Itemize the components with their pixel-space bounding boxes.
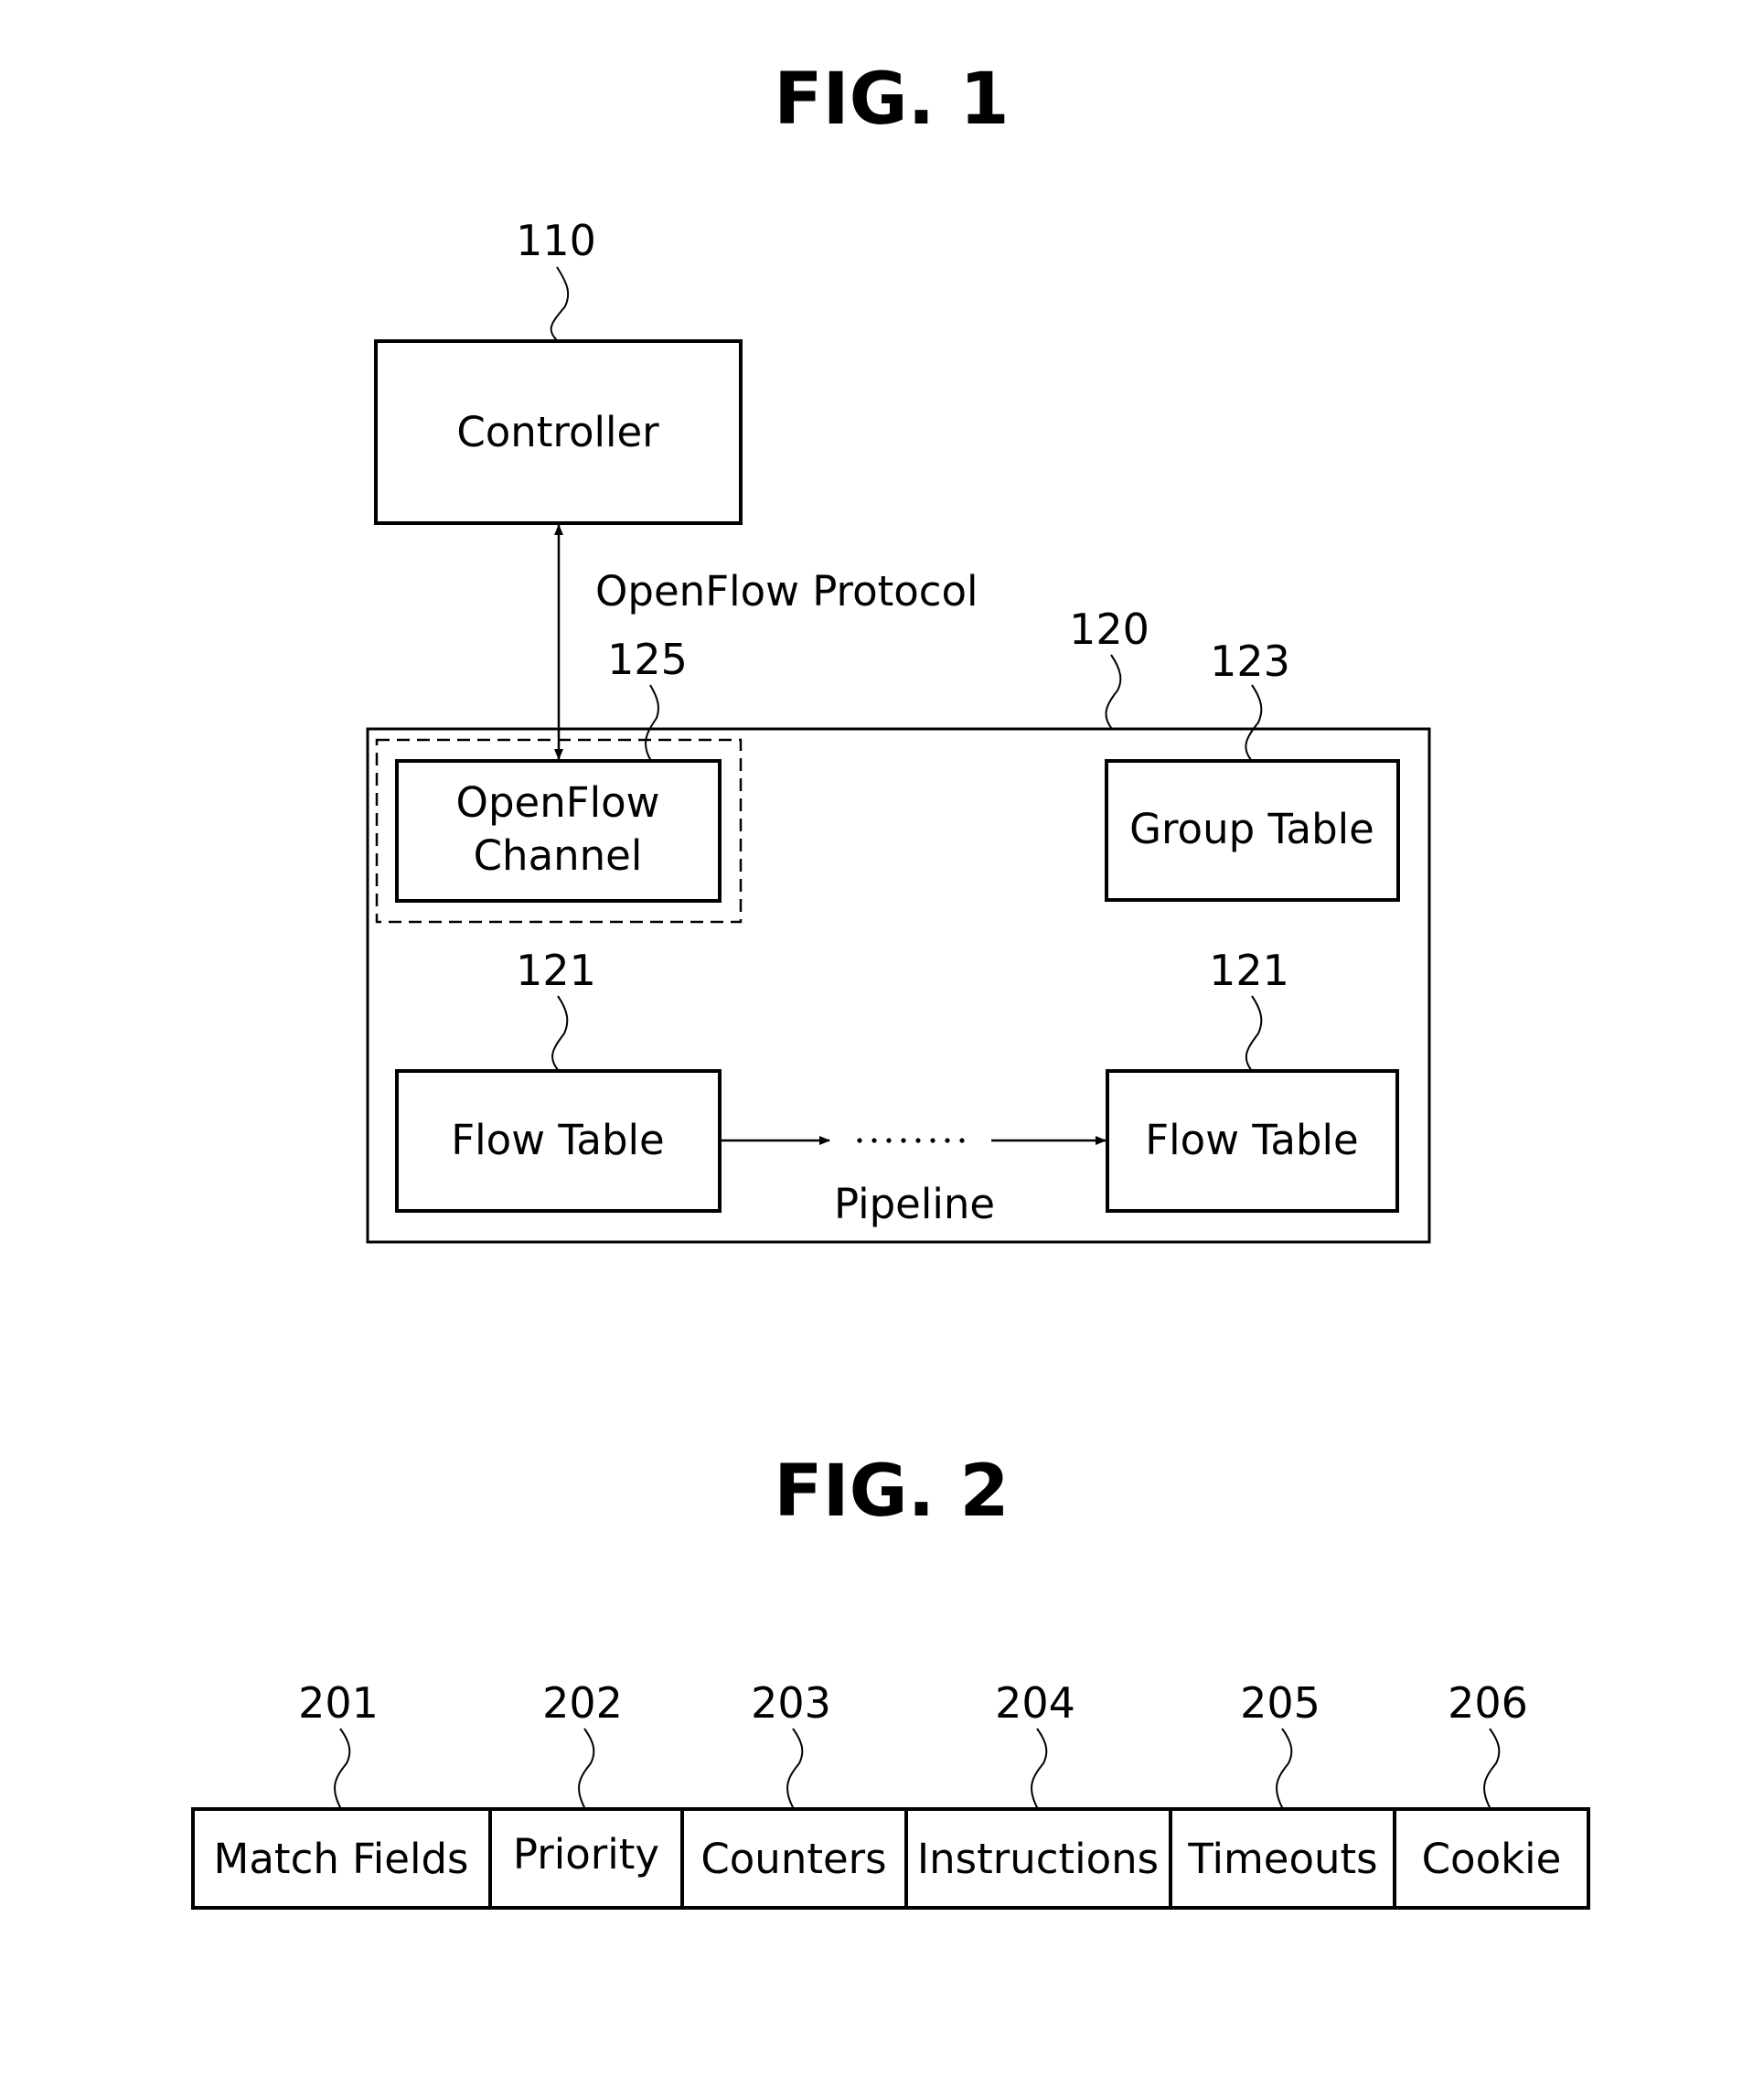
field-label: Timeouts: [1187, 1835, 1377, 1883]
figure-1-title: FIG. 1: [774, 59, 1009, 141]
controller-leader-line: [550, 266, 570, 342]
channel-leader-line: [644, 684, 659, 762]
field-ref-number: 201: [298, 1678, 379, 1728]
field-cookie: 206 Cookie: [1422, 1678, 1562, 1883]
patent-drawing-sheet: FIG. 1 110 Controller OpenFlow Protocol …: [191, 59, 1590, 1910]
field-ref-number: 205: [1240, 1678, 1320, 1728]
controller-ref-number: 110: [516, 216, 596, 265]
flow-table-1-ref-number: 121: [516, 946, 596, 995]
field-ref-number: 206: [1448, 1678, 1528, 1728]
switch-leader-line: [1105, 654, 1122, 730]
field-label: Counters: [700, 1835, 886, 1883]
flow-table-2-leader-line: [1245, 995, 1263, 1072]
pipeline: Pipeline: [720, 1136, 1107, 1228]
group-table-block: 123 Group Table: [1105, 637, 1400, 902]
flow-table-1-label: Flow Table: [451, 1116, 664, 1164]
pipeline-ellipsis-dot: [901, 1138, 906, 1143]
openflow-protocol-label: OpenFlow Protocol: [595, 567, 978, 616]
flow-table-2-label: Flow Table: [1145, 1116, 1358, 1164]
switch-ref-number: 120: [1069, 605, 1149, 654]
field-label: Priority: [513, 1830, 659, 1879]
field-label: Match Fields: [214, 1835, 469, 1883]
figure-2-title: FIG. 2: [774, 1451, 1009, 1533]
channel-ref-number: 125: [607, 635, 688, 684]
field-priority: 202 Priority: [513, 1678, 659, 1879]
flow-table-block-1: 121 Flow Table: [395, 946, 722, 1213]
pipeline-ellipsis-dot: [930, 1138, 935, 1143]
pipeline-ellipsis-dot: [945, 1138, 950, 1143]
pipeline-ellipsis-dot: [915, 1138, 921, 1143]
flow-table-block-2: 121 Flow Table: [1106, 946, 1399, 1213]
field-ref-number: 204: [995, 1678, 1075, 1728]
field-timeouts: 205 Timeouts: [1187, 1678, 1377, 1883]
field-match-fields: 201 Match Fields: [214, 1678, 469, 1883]
field-label: Instructions: [917, 1835, 1159, 1883]
field-ref-number: 203: [751, 1678, 831, 1728]
group-table-label: Group Table: [1129, 805, 1374, 853]
flow-table-2-ref-number: 121: [1209, 946, 1289, 995]
field-counters: 203 Counters: [700, 1678, 886, 1883]
pipeline-ellipsis-dot: [871, 1138, 877, 1143]
field-label: Cookie: [1422, 1835, 1562, 1883]
field-leader-line: [1483, 1728, 1501, 1810]
pipeline-label: Pipeline: [834, 1180, 995, 1228]
pipeline-ellipsis-dot: [857, 1138, 862, 1143]
pipeline-ellipsis: [857, 1138, 965, 1143]
flow-entry-structure: 201 Match Fields 202 Priority 203 Counte…: [191, 1678, 1590, 1910]
field-leader-line: [1031, 1728, 1048, 1810]
field-ref-number: 202: [542, 1678, 623, 1728]
pipeline-ellipsis-dot: [886, 1138, 892, 1143]
group-table-leader-line: [1245, 684, 1263, 762]
field-leader-line: [334, 1728, 351, 1810]
channel-label-line-1: OpenFlow: [456, 778, 660, 827]
field-leader-line: [578, 1728, 595, 1810]
controller-label: Controller: [456, 408, 659, 456]
controller-block: 110 Controller: [374, 216, 743, 525]
pipeline-ellipsis-dot: [959, 1138, 965, 1143]
field-leader-line: [1276, 1728, 1293, 1810]
field-leader-line: [786, 1728, 804, 1810]
group-table-ref-number: 123: [1210, 637, 1290, 686]
figure-1: FIG. 1 110 Controller OpenFlow Protocol …: [366, 59, 1431, 1244]
field-instructions: 204 Instructions: [917, 1678, 1159, 1883]
figure-2: FIG. 2 201 Match Fields 202 Priority 203: [191, 1451, 1590, 1910]
flow-table-1-leader-line: [551, 995, 569, 1072]
channel-label-line-2: Channel: [474, 831, 643, 880]
